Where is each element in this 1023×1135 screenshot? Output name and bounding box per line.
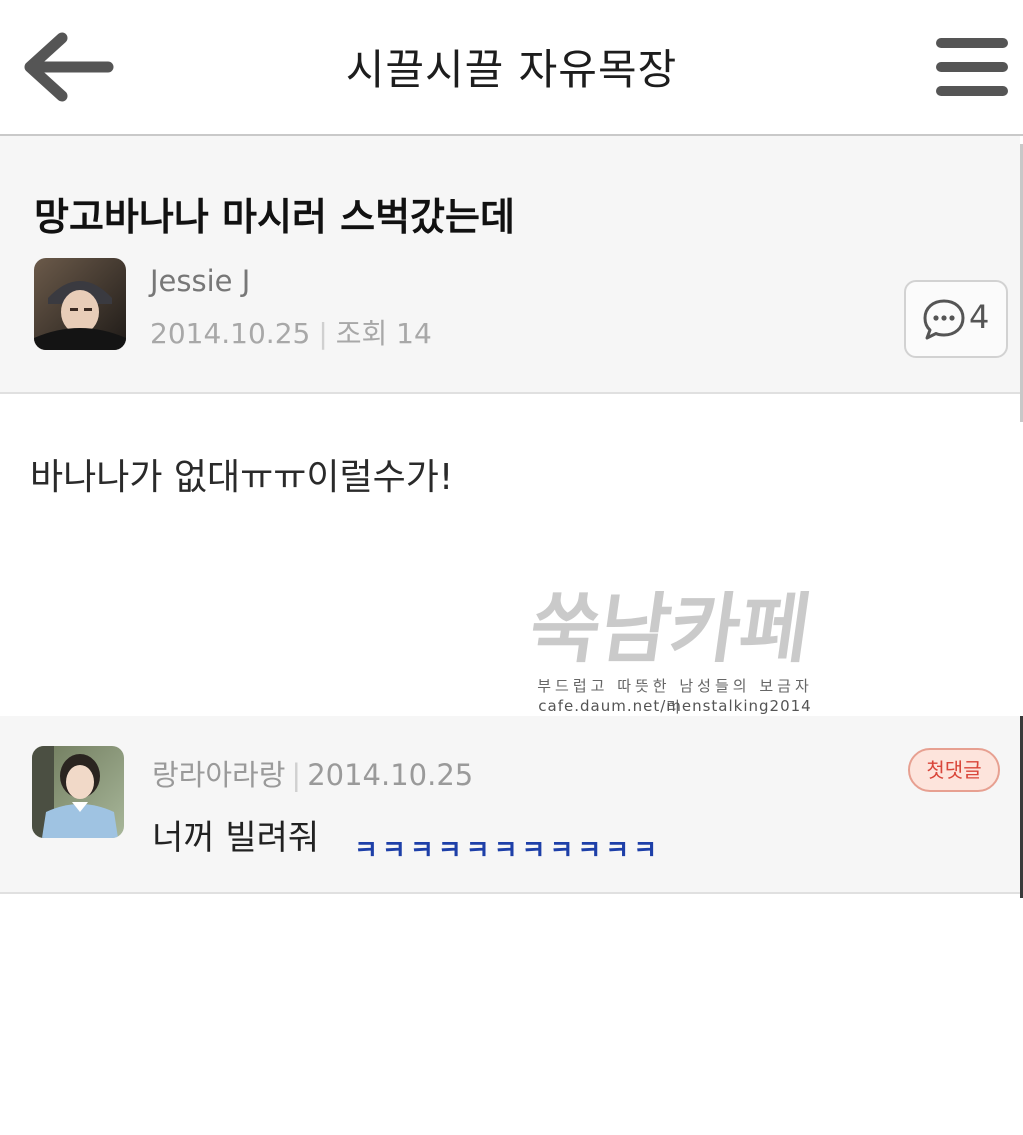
commenter-photo: [32, 746, 124, 838]
comment-laugh-text: ㅋㅋㅋㅋㅋㅋㅋㅋㅋㅋㅋ: [354, 836, 662, 866]
meta-divider: |: [291, 758, 302, 792]
comment-meta: 랑라아라랑 | 2014.10.25: [152, 752, 473, 794]
top-bar: 시끌시끌 자유목장: [0, 0, 1023, 136]
post-meta: 2014.10.25 | 조회 14: [150, 312, 432, 352]
view-count: 조회 14: [335, 317, 432, 350]
speech-bubble-icon: [923, 299, 965, 340]
watermark-url: cafe.daum.net/menstalking2014: [538, 697, 812, 715]
comment-text: 너꺼 빌려줘: [152, 818, 320, 858]
watermark-logo-text: 쑥남카페: [524, 585, 816, 674]
page-title: 시끌시끌 자유목장: [345, 45, 678, 94]
post-title: 망고바나나 마시러 스벅갔는데: [34, 195, 515, 239]
comment-count: 4: [969, 298, 990, 336]
post-header: 망고바나나 마시러 스벅갔는데 Jessie J 2014.10.25 | 조회 1…: [0, 136, 1023, 422]
comment-count-button[interactable]: 4: [904, 280, 1008, 358]
author-photo: [34, 258, 126, 350]
post-date: 2014.10.25: [150, 317, 311, 350]
post-body: 바나나가 없대ㅠㅠ이럴수가!: [30, 457, 454, 498]
comment-author-name[interactable]: 랑라아라랑: [152, 758, 285, 792]
hamburger-menu-icon: [936, 38, 1008, 96]
comment-date: 2014.10.25: [307, 758, 474, 792]
author-name[interactable]: Jessie J: [150, 264, 250, 298]
author-avatar[interactable]: [34, 258, 126, 350]
menu-button[interactable]: [932, 34, 1012, 100]
commenter-avatar[interactable]: [32, 746, 124, 838]
meta-divider: |: [318, 317, 328, 350]
comment-item: 랑라아라랑 | 2014.10.25 첫댓글 너꺼 빌려줘 ㅋㅋㅋㅋㅋㅋㅋㅋㅋㅋㅋ: [0, 716, 1023, 898]
first-comment-badge: 첫댓글: [908, 748, 1000, 792]
